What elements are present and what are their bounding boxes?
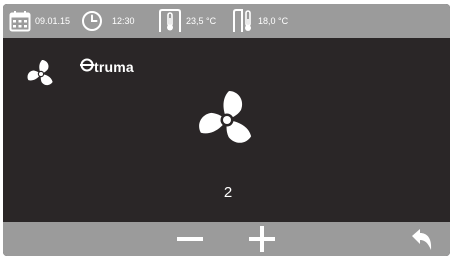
control-panel-screen: 09.01.15 12:30 23,5 °C 18,0 °C truma 2 — [3, 4, 450, 256]
increase-button[interactable] — [247, 225, 277, 253]
back-arrow-icon — [409, 229, 435, 256]
indoor-thermometer-icon — [158, 8, 182, 34]
date-text: 09.01.15 — [35, 16, 71, 26]
back-button[interactable] — [409, 226, 435, 252]
brand-text: truma — [94, 58, 134, 75]
truma-logo-mark — [80, 58, 94, 75]
truma-logo: truma — [80, 58, 134, 75]
date-display: 09.01.15 — [9, 4, 70, 38]
outside-temperature-text: 18,0 °C — [258, 16, 289, 26]
inside-temperature-display: 23,5 °C — [158, 4, 216, 38]
fan-icon — [25, 58, 57, 95]
decrease-button[interactable] — [175, 225, 205, 253]
minus-icon — [175, 237, 205, 256]
plus-icon — [247, 226, 277, 256]
main-display: truma 2 — [3, 38, 450, 222]
calendar-icon — [9, 10, 31, 32]
fan-level-value: 2 — [223, 184, 233, 201]
fan-icon — [194, 87, 260, 158]
inside-temperature-text: 23,5 °C — [186, 16, 217, 26]
outdoor-thermometer-icon — [232, 8, 256, 34]
status-bar: 09.01.15 12:30 23,5 °C 18,0 °C — [3, 4, 450, 38]
time-text: 12:30 — [112, 16, 135, 26]
control-bar — [3, 222, 450, 256]
outside-temperature-display: 18,0 °C — [232, 4, 288, 38]
time-display: 12:30 — [81, 4, 135, 38]
clock-icon — [81, 10, 103, 32]
